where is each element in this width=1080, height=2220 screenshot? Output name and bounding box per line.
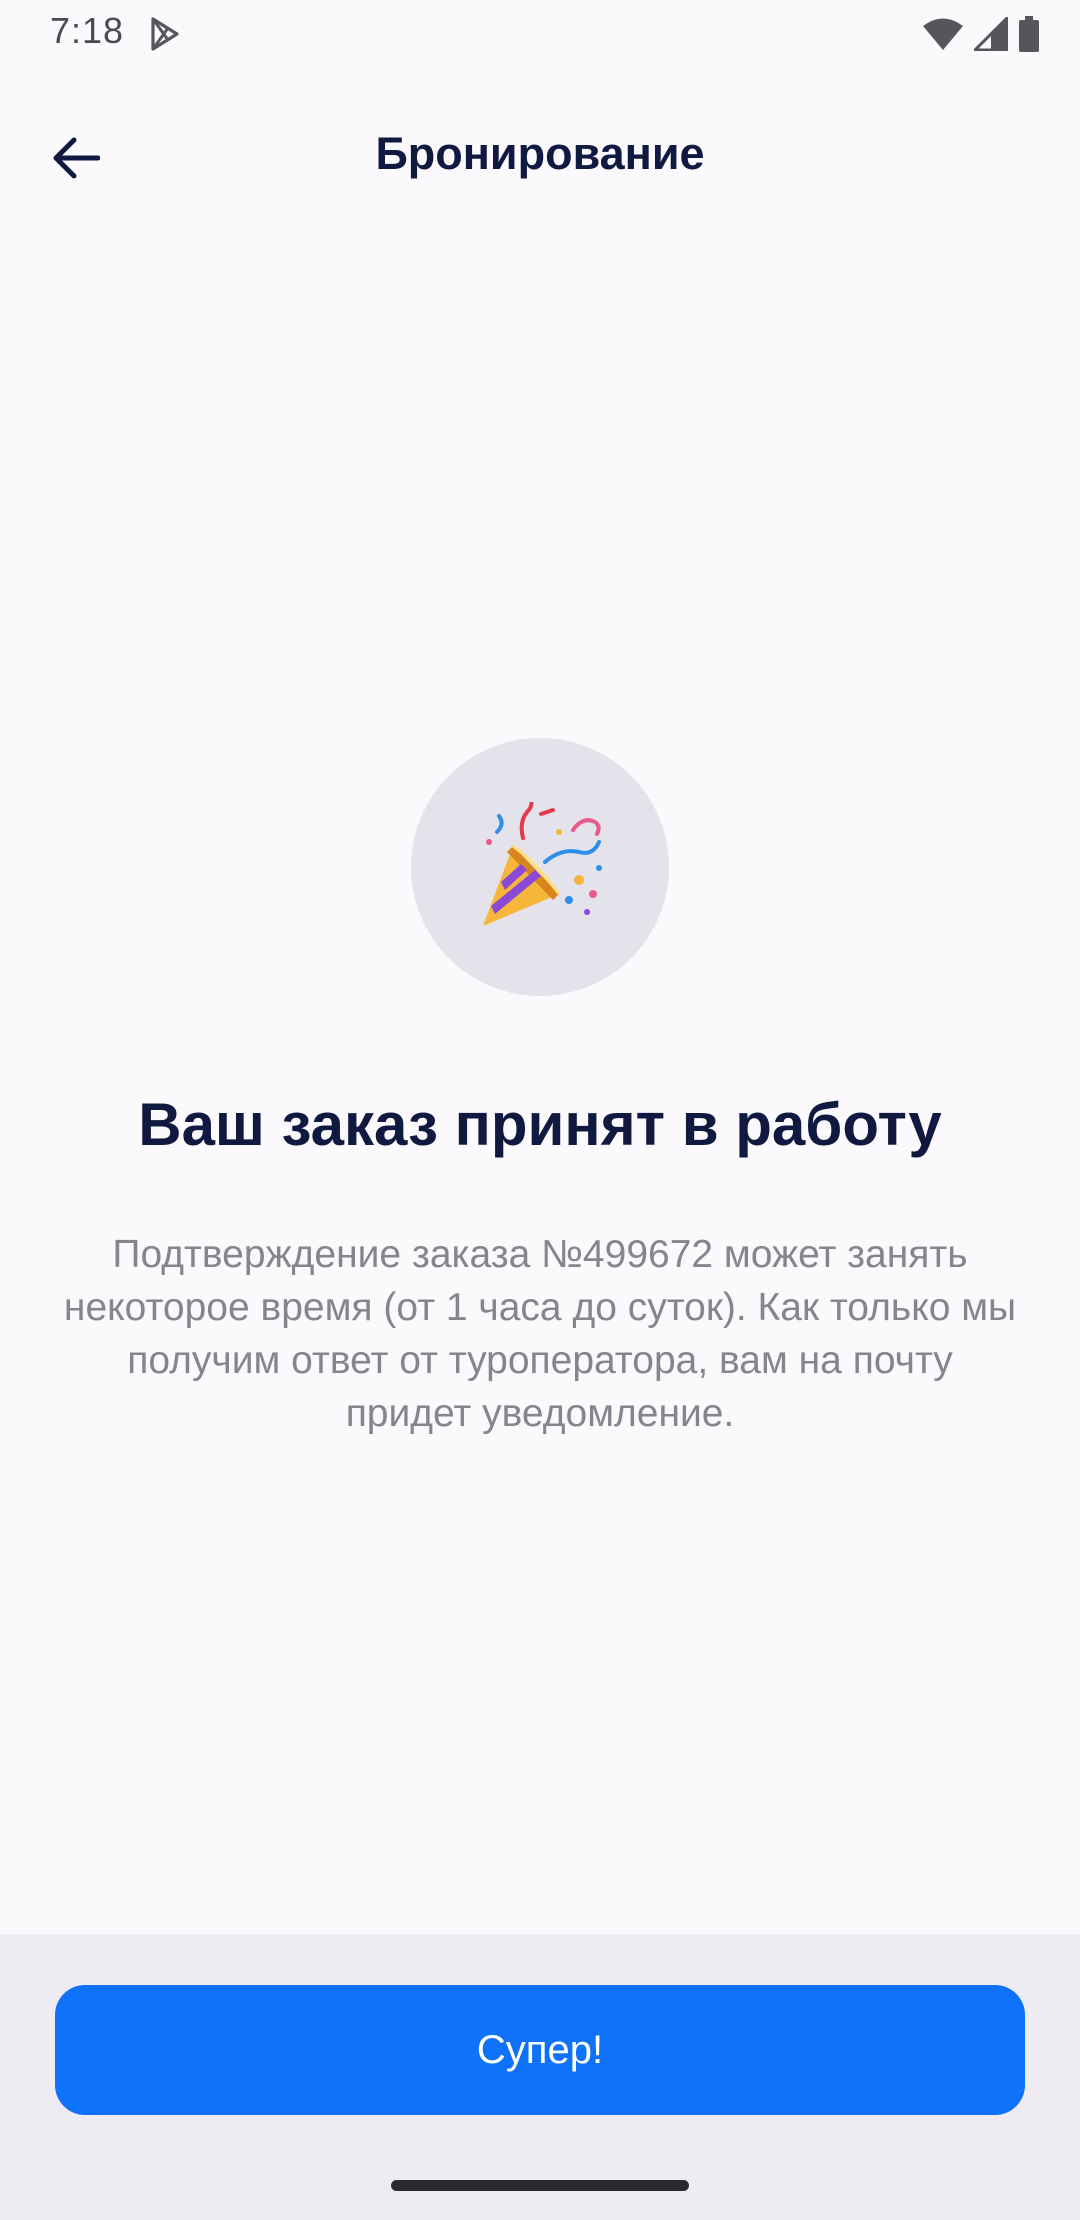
home-indicator[interactable] — [391, 2180, 689, 2191]
play-store-icon — [151, 17, 179, 51]
signal-icon — [974, 17, 1008, 51]
confirmation-heading: Ваш заказ принят в работу — [138, 1091, 942, 1158]
status-icons — [922, 14, 1040, 54]
super-button[interactable]: Супер! — [55, 1985, 1025, 2115]
status-bar: 7:18 — [0, 0, 1080, 66]
wifi-icon — [923, 18, 963, 50]
emoji-circle — [411, 738, 669, 996]
party-popper-icon — [483, 802, 602, 926]
battery-icon — [1019, 16, 1039, 52]
page-title: Бронирование — [375, 128, 705, 179]
top-app-bar: Бронирование — [0, 100, 1080, 212]
confirmation-description: Подтверждение заказа №499672 может занят… — [63, 1233, 1017, 1435]
status-time: 7:18 — [50, 10, 125, 51]
